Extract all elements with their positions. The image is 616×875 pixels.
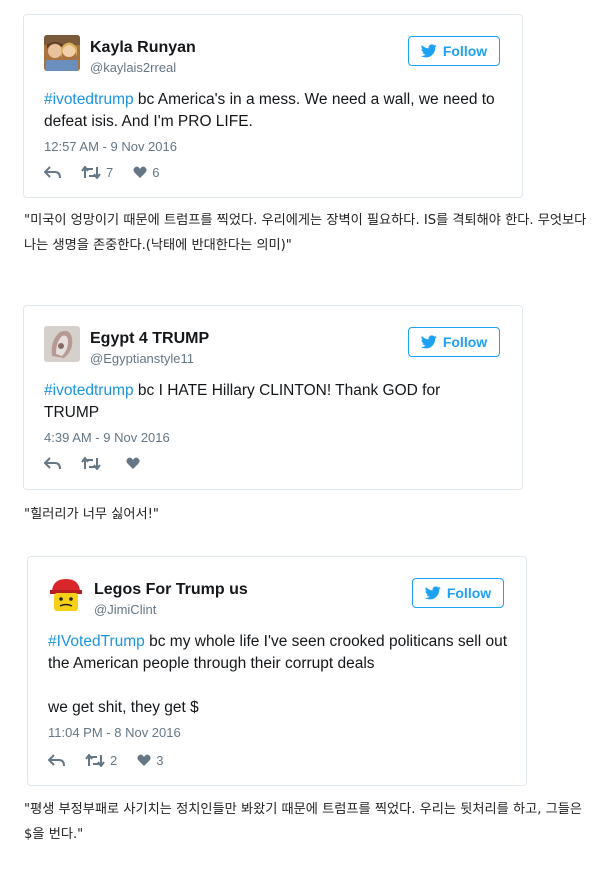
caption-2: "힐러리가 너무 싫어서!" [24, 507, 159, 522]
tweet-card-2: Egypt 4 TRUMP @Egyptianstyle11 Follow #i… [23, 305, 523, 490]
heart-icon [126, 457, 140, 469]
tweet-text-line-2: we get shit, they get $ [48, 699, 199, 716]
heart-icon [133, 166, 147, 178]
reply-button[interactable] [48, 754, 65, 767]
retweet-button[interactable] [81, 457, 106, 470]
tweet-text: #ivotedtrump bc I HATE Hillary CLINTON! … [44, 380, 474, 424]
follow-button[interactable]: Follow [408, 36, 500, 66]
avatar[interactable] [44, 326, 80, 362]
tweet-actions: 7 6 [44, 165, 179, 180]
retweet-icon [85, 754, 105, 767]
retweet-icon [81, 166, 101, 179]
tweet-card-3: Legos For Trump us @JimiClint Follow #IV… [27, 556, 527, 786]
follow-button[interactable]: Follow [412, 578, 504, 608]
timestamp[interactable]: 12:57 AM - 9 Nov 2016 [44, 139, 177, 154]
tweet-actions [44, 457, 165, 470]
reply-icon [44, 166, 61, 179]
like-count: 6 [152, 165, 160, 180]
user-handle[interactable]: @JimiClint [94, 602, 156, 617]
reply-button[interactable] [44, 457, 61, 470]
user-handle[interactable]: @Egyptianstyle11 [90, 351, 194, 366]
follow-label: Follow [442, 334, 488, 350]
follow-label: Follow [446, 585, 492, 601]
tweet-text: #ivotedtrump bc America's in a mess. We … [44, 89, 504, 133]
display-name[interactable]: Legos For Trump us [94, 581, 248, 599]
timestamp[interactable]: 4:39 AM - 9 Nov 2016 [44, 430, 170, 445]
twitter-bird-icon [420, 335, 437, 349]
reply-icon [48, 754, 65, 767]
timestamp[interactable]: 11:04 PM - 8 Nov 2016 [48, 725, 181, 740]
caption-1: "미국이 엉망이기 때문에 트럼프를 찍었다. 우리에게는 장벽이 필요하다. … [24, 213, 587, 253]
display-name[interactable]: Egypt 4 TRUMP [90, 330, 209, 348]
reply-button[interactable] [44, 166, 61, 179]
retweet-button[interactable]: 7 [81, 165, 113, 180]
reply-icon [44, 457, 61, 470]
hashtag-link[interactable]: #ivotedtrump [44, 382, 134, 399]
retweet-icon [81, 457, 101, 470]
like-button[interactable]: 3 [137, 753, 163, 768]
like-button[interactable]: 6 [133, 165, 159, 180]
avatar[interactable] [48, 577, 84, 613]
heart-icon [137, 754, 151, 766]
tweet-actions: 2 3 [48, 753, 183, 768]
retweet-count: 2 [110, 753, 118, 768]
hashtag-link[interactable]: #ivotedtrump [44, 91, 134, 108]
twitter-bird-icon [424, 586, 441, 600]
follow-button[interactable]: Follow [408, 327, 500, 357]
display-name[interactable]: Kayla Runyan [90, 39, 196, 57]
retweet-count: 7 [106, 165, 114, 180]
avatar[interactable] [44, 35, 80, 71]
caption-3: "평생 부정부패로 사기치는 정치인들만 봐왔기 때문에 트럼프를 찍었다. 우… [24, 802, 582, 842]
retweet-button[interactable]: 2 [85, 753, 117, 768]
tweet-text: #IVotedTrump bc my whole life I've seen … [48, 631, 508, 675]
twitter-bird-icon [420, 44, 437, 58]
tweet-card-1: Kayla Runyan @kaylais2rreal Follow #ivot… [23, 14, 523, 198]
hashtag-link[interactable]: #IVotedTrump [48, 633, 145, 650]
like-button[interactable] [126, 457, 145, 470]
user-handle[interactable]: @kaylais2rreal [90, 60, 176, 75]
follow-label: Follow [442, 43, 488, 59]
like-count: 3 [156, 753, 164, 768]
